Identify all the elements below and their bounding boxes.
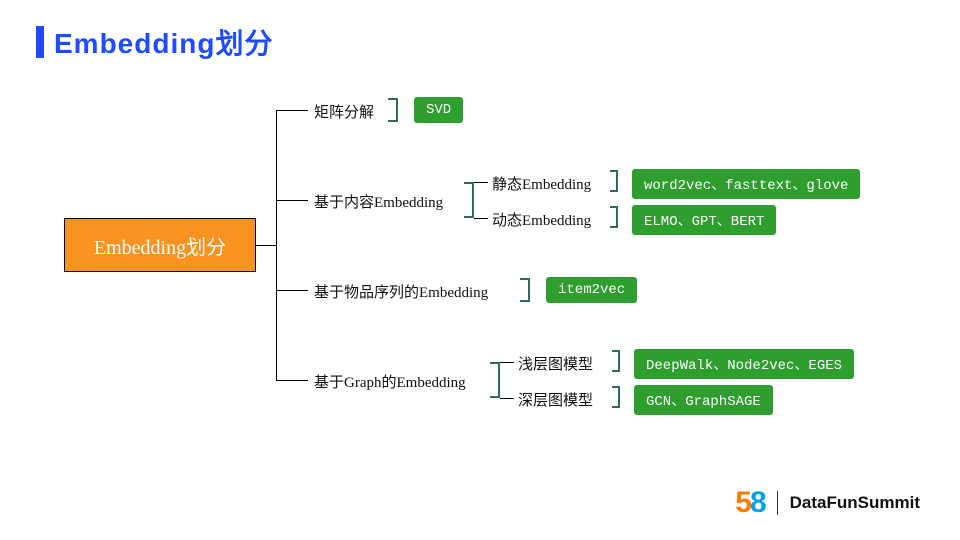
page-title: Embedding划分 (54, 22, 273, 62)
tag-item2vec: item2vec (546, 277, 637, 303)
footer-text: DataFunSummit (790, 493, 920, 513)
tag-elmo: ELMO、GPT、BERT (632, 205, 776, 235)
tag-gcn: GCN、GraphSAGE (634, 385, 773, 415)
connector (276, 200, 308, 201)
tag-svd: SVD (414, 97, 463, 123)
logo-digit-5: 5 (735, 486, 750, 519)
connector (474, 182, 488, 183)
branch-label-item: 基于物品序列的Embedding (314, 281, 488, 302)
footer-separator (777, 491, 778, 515)
child-label-dynamic: 动态Embedding (492, 209, 591, 230)
connector (500, 398, 514, 399)
slide: Embedding划分 Embedding划分 矩阵分解 SVD 基于内容Emb… (0, 0, 960, 540)
bracket-icon (612, 386, 620, 408)
logo-digit-8: 8 (750, 486, 765, 519)
connector (276, 380, 308, 381)
logo-58: 58 (735, 486, 764, 520)
child-label-shallow: 浅层图模型 (518, 353, 593, 374)
bracket-icon (520, 278, 530, 302)
tag-deepwalk: DeepWalk、Node2vec、EGES (634, 349, 854, 379)
tag-word2vec: word2vec、fasttext、glove (632, 169, 860, 199)
bracket-icon (464, 182, 474, 218)
connector (276, 110, 277, 380)
diagram: Embedding划分 矩阵分解 SVD 基于内容Embedding 静态Emb… (36, 80, 924, 450)
bracket-icon (610, 170, 618, 192)
bracket-icon (612, 350, 620, 372)
connector (276, 110, 308, 111)
root-node: Embedding划分 (64, 218, 256, 272)
bracket-icon (610, 206, 618, 228)
child-label-static: 静态Embedding (492, 173, 591, 194)
title-bar: Embedding划分 (36, 22, 273, 62)
branch-label-content: 基于内容Embedding (314, 191, 443, 212)
bracket-icon (490, 362, 500, 398)
connector (276, 290, 308, 291)
connector (256, 245, 276, 246)
connector (500, 362, 514, 363)
connector (474, 218, 488, 219)
title-marker (36, 26, 44, 58)
branch-label-graph: 基于Graph的Embedding (314, 371, 466, 392)
child-label-deep: 深层图模型 (518, 389, 593, 410)
footer: 58 DataFunSummit (735, 486, 920, 520)
bracket-icon (388, 98, 398, 122)
branch-label-matrix: 矩阵分解 (314, 101, 374, 122)
